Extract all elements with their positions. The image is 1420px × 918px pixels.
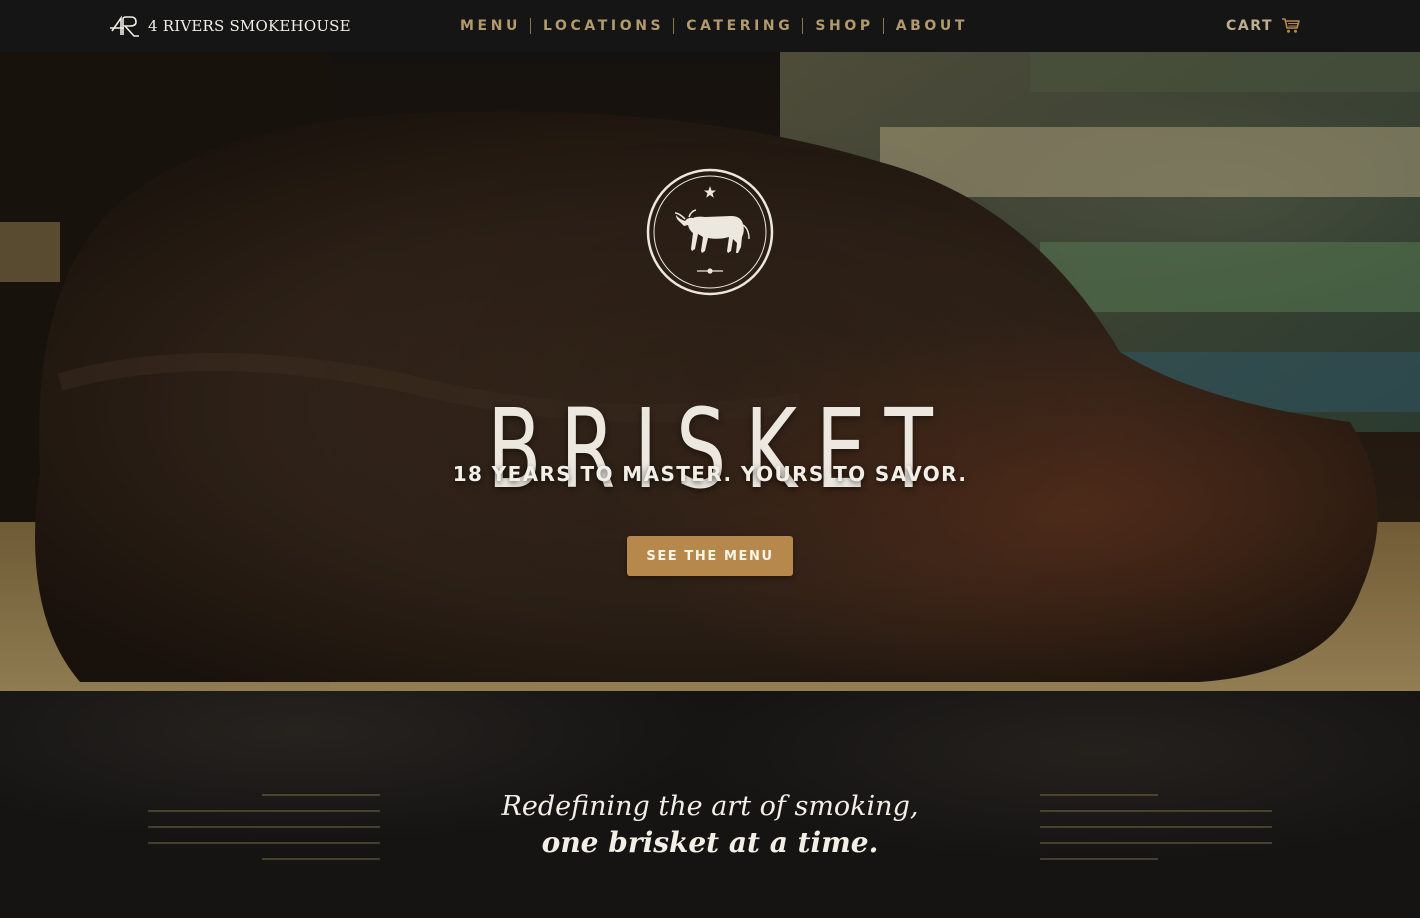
hero-section: BRISKET 18 YEARS TO MASTER. YOURS TO SAV… — [0, 52, 1420, 691]
hero-tagline: 18 YEARS TO MASTER. YOURS TO SAVOR. — [452, 462, 968, 486]
nav-divider — [673, 18, 675, 34]
hero-title: BRISKET — [487, 384, 952, 513]
nav-item-shop[interactable]: SHOP — [815, 18, 873, 34]
hero-overlay — [0, 52, 1420, 691]
brand-logo-link[interactable]: 4 RIVERS SMOKEHOUSE — [110, 14, 351, 38]
brand-name: 4 RIVERS SMOKEHOUSE — [148, 17, 351, 35]
bull-emblem-icon — [646, 168, 774, 296]
see-the-menu-button[interactable]: SEE THE MENU — [627, 536, 793, 576]
nav-item-locations[interactable]: LOCATIONS — [543, 18, 664, 34]
nav-divider — [882, 18, 884, 34]
decorative-lines-right — [1040, 794, 1272, 860]
cart-link[interactable]: CART — [1226, 17, 1301, 34]
nav-divider — [802, 18, 804, 34]
nav-item-about[interactable]: ABOUT — [896, 18, 968, 34]
top-nav-bar: 4 RIVERS SMOKEHOUSE MENU LOCATIONS CATER… — [0, 0, 1420, 52]
nav-item-catering[interactable]: CATERING — [686, 18, 793, 34]
main-nav: MENU LOCATIONS CATERING SHOP ABOUT — [460, 17, 968, 35]
nav-item-menu[interactable]: MENU — [460, 18, 521, 34]
see-the-menu-label: SEE THE MENU — [646, 548, 774, 564]
cart-label: CART — [1226, 17, 1274, 34]
4r-monogram-icon — [110, 15, 139, 37]
shopping-cart-icon — [1282, 18, 1301, 33]
nav-divider — [529, 18, 531, 34]
intro-section: Redefining the art of smoking, one brisk… — [0, 691, 1420, 918]
